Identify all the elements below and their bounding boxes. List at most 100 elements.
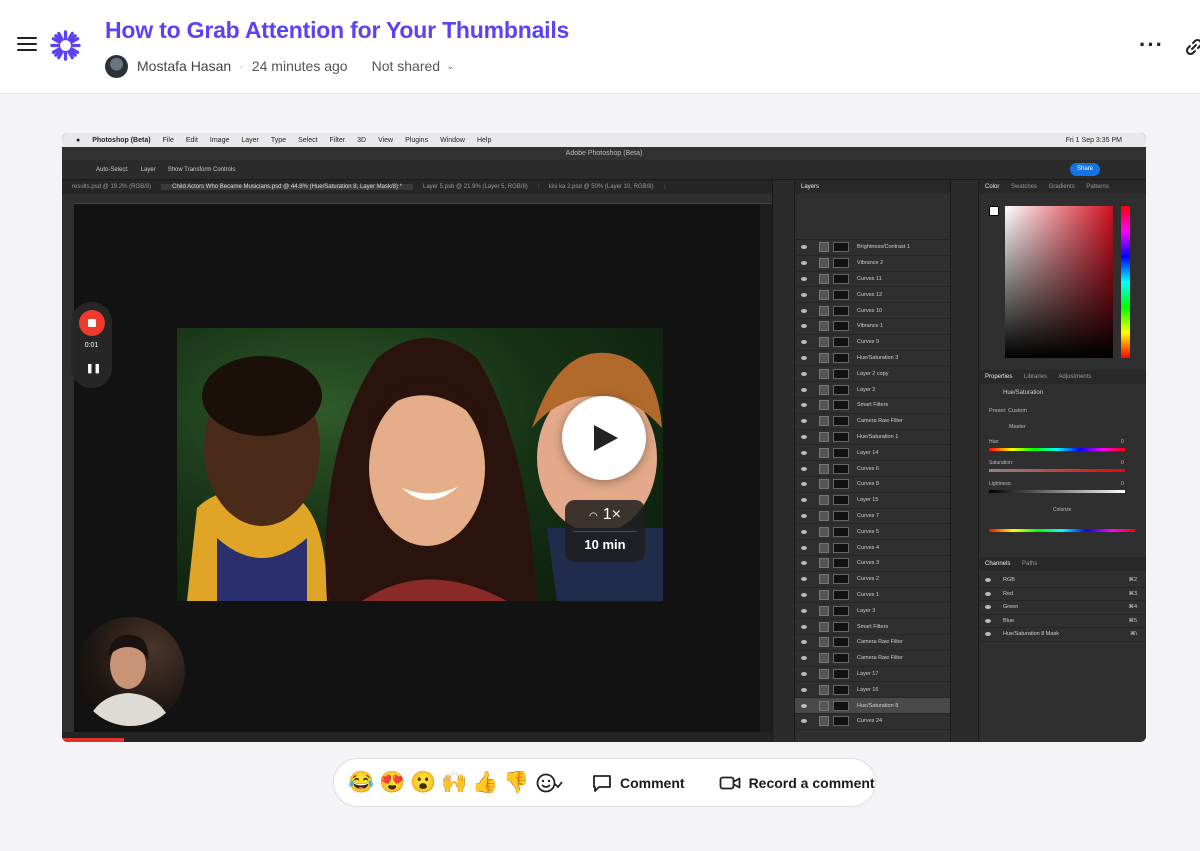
video-progress-bar[interactable] [62,738,124,742]
eye-icon [801,498,807,503]
ps-layer-name: Curves 6 [857,465,880,472]
layer-thumbnail [819,273,829,284]
ps-layer-row: Curves 7 [795,509,950,525]
stop-recording-button[interactable] [79,310,105,336]
layer-thumbnail [819,447,829,458]
meta-separator: · [239,58,244,74]
layer-mask-thumbnail [833,305,849,316]
ps-channel-list: RGB ⌘2 Red ⌘3 Green ⌘4 Blue ⌘5 Hue/Saturation 8 … [979,574,1146,642]
layer-mask-thumbnail [833,684,849,695]
layer-mask-thumbnail [833,510,849,521]
ps-channel-shortcut: ⌘5 [1128,617,1137,624]
mac-clock: Fri 1 Sep 3:35 PM [1065,136,1122,144]
ps-layer-name: Curves 9 [857,339,880,346]
upload-time: 24 minutes ago [251,58,348,74]
author-avatar[interactable] [105,54,128,78]
layer-mask-thumbnail [833,242,849,253]
ps-colorize-label: Colorize [1053,507,1072,513]
eye-icon [801,719,807,724]
copy-link-icon[interactable] [1184,37,1200,57]
eye-icon [801,403,807,408]
layer-mask-thumbnail [833,621,849,632]
ps-menu-select: Select [298,136,318,144]
thumbs-down-emoji-button[interactable]: 👎 [501,771,532,795]
eye-icon [801,529,807,534]
heart-eyes-emoji-button[interactable]: 😍 [377,771,408,795]
ps-layer-row: Layer 14 [795,445,950,462]
ps-layer-row: Curves 9 [795,335,950,351]
layer-mask-thumbnail [833,273,849,284]
ps-layer-name: Curves 4 [857,544,880,551]
ps-layer-row: Curves 12 [795,287,950,304]
ps-channel-shortcut: ⌘3 [1128,590,1137,597]
layer-thumbnail [819,621,829,632]
ps-layer-name: Curves 10 [857,307,883,314]
ps-channels-tab: Channels [985,561,1011,567]
comment-button[interactable]: Comment [592,773,685,793]
webcam-bubble[interactable] [76,617,185,726]
raised-hands-emoji-button[interactable]: 🙌 [439,771,470,795]
comment-label: Comment [620,774,685,791]
ps-hue-bar [1121,206,1130,358]
layer-mask-thumbnail [833,321,849,332]
reaction-bar: 😂 😍 😮 🙌 👍 👎 Comment Record a comment [333,758,876,807]
hamburger-menu-icon[interactable] [17,37,37,53]
more-options-icon[interactable]: ··· [1139,34,1164,56]
ps-saturation-value: 0 [1121,460,1124,466]
ps-menu-image: Image [209,136,230,144]
layer-thumbnail [819,684,829,695]
layer-mask-thumbnail [833,542,849,553]
layer-mask-thumbnail [833,700,849,711]
presenter-illustration [86,634,172,726]
ps-layer-row: Hue/Saturation 1 [795,430,950,446]
ps-layer-row: Curves 24 [795,714,950,730]
ps-layer-row: Curves 11 [795,272,950,288]
playback-speed-button[interactable]: ◠ 1× [565,506,645,524]
play-button[interactable] [562,396,646,480]
ps-layers-header: Layers [795,180,950,194]
eye-icon [801,656,807,661]
ps-menu-plugins: Plugins [405,136,429,144]
ps-channel-row: Blue ⌘5 [979,615,1146,628]
joy-emoji-button[interactable]: 😂 [346,771,377,795]
ps-share-button: Share [1070,163,1100,176]
ps-layer-row: Smart Filters [795,619,950,635]
ps-menu-3d: 3D [357,136,367,144]
layer-thumbnail [819,479,829,490]
video-meta: Mostafa Hasan · 24 minutes ago Not share… [105,54,454,78]
layer-mask-thumbnail [833,289,849,300]
ps-layer-row: Layer 16 [795,682,950,699]
surprised-emoji-button[interactable]: 😮 [408,771,439,795]
ps-layer-row: Vibrance 2 [795,256,950,272]
eye-icon [985,632,991,637]
layer-mask-thumbnail [833,653,849,664]
layer-thumbnail [819,368,829,379]
sharing-dropdown[interactable]: Not shared ⌄ [372,58,455,74]
sharing-status: Not shared [371,58,441,74]
video-camera-icon [719,776,740,789]
playback-info: ◠ 1× 10 min [565,500,645,562]
record-comment-button[interactable]: Record a comment [719,775,875,791]
loom-logo-icon[interactable] [50,30,81,61]
ps-menu-edit: Edit [185,136,198,144]
layer-mask-thumbnail [833,337,849,348]
layer-mask-thumbnail [833,384,849,395]
video-title[interactable]: How to Grab Attention for Your Thumbnail… [105,17,569,44]
layer-mask-thumbnail [833,668,849,679]
ps-channel-row: Green ⌘4 [979,601,1146,615]
author-name[interactable]: Mostafa Hasan [137,58,231,74]
ps-layer-name: Camera Raw Filter [857,639,903,646]
ps-layer-name: Curves 2 [857,576,880,583]
layer-thumbnail [819,574,829,585]
ps-hue-value: 0 [1121,439,1124,445]
add-reaction-icon[interactable] [534,771,564,795]
layer-thumbnail [819,605,829,616]
pause-recording-icon[interactable]: ❚❚ [86,362,101,374]
eye-icon [801,340,807,345]
eye-icon [801,482,807,487]
ps-layer-name: Layer 2 copy [857,370,889,377]
ps-channel-shortcut: ⌘2 [1128,577,1137,584]
eye-icon [801,292,807,297]
ps-layer-name: Layer 17 [857,670,879,677]
thumbs-up-emoji-button[interactable]: 👍 [470,771,501,795]
